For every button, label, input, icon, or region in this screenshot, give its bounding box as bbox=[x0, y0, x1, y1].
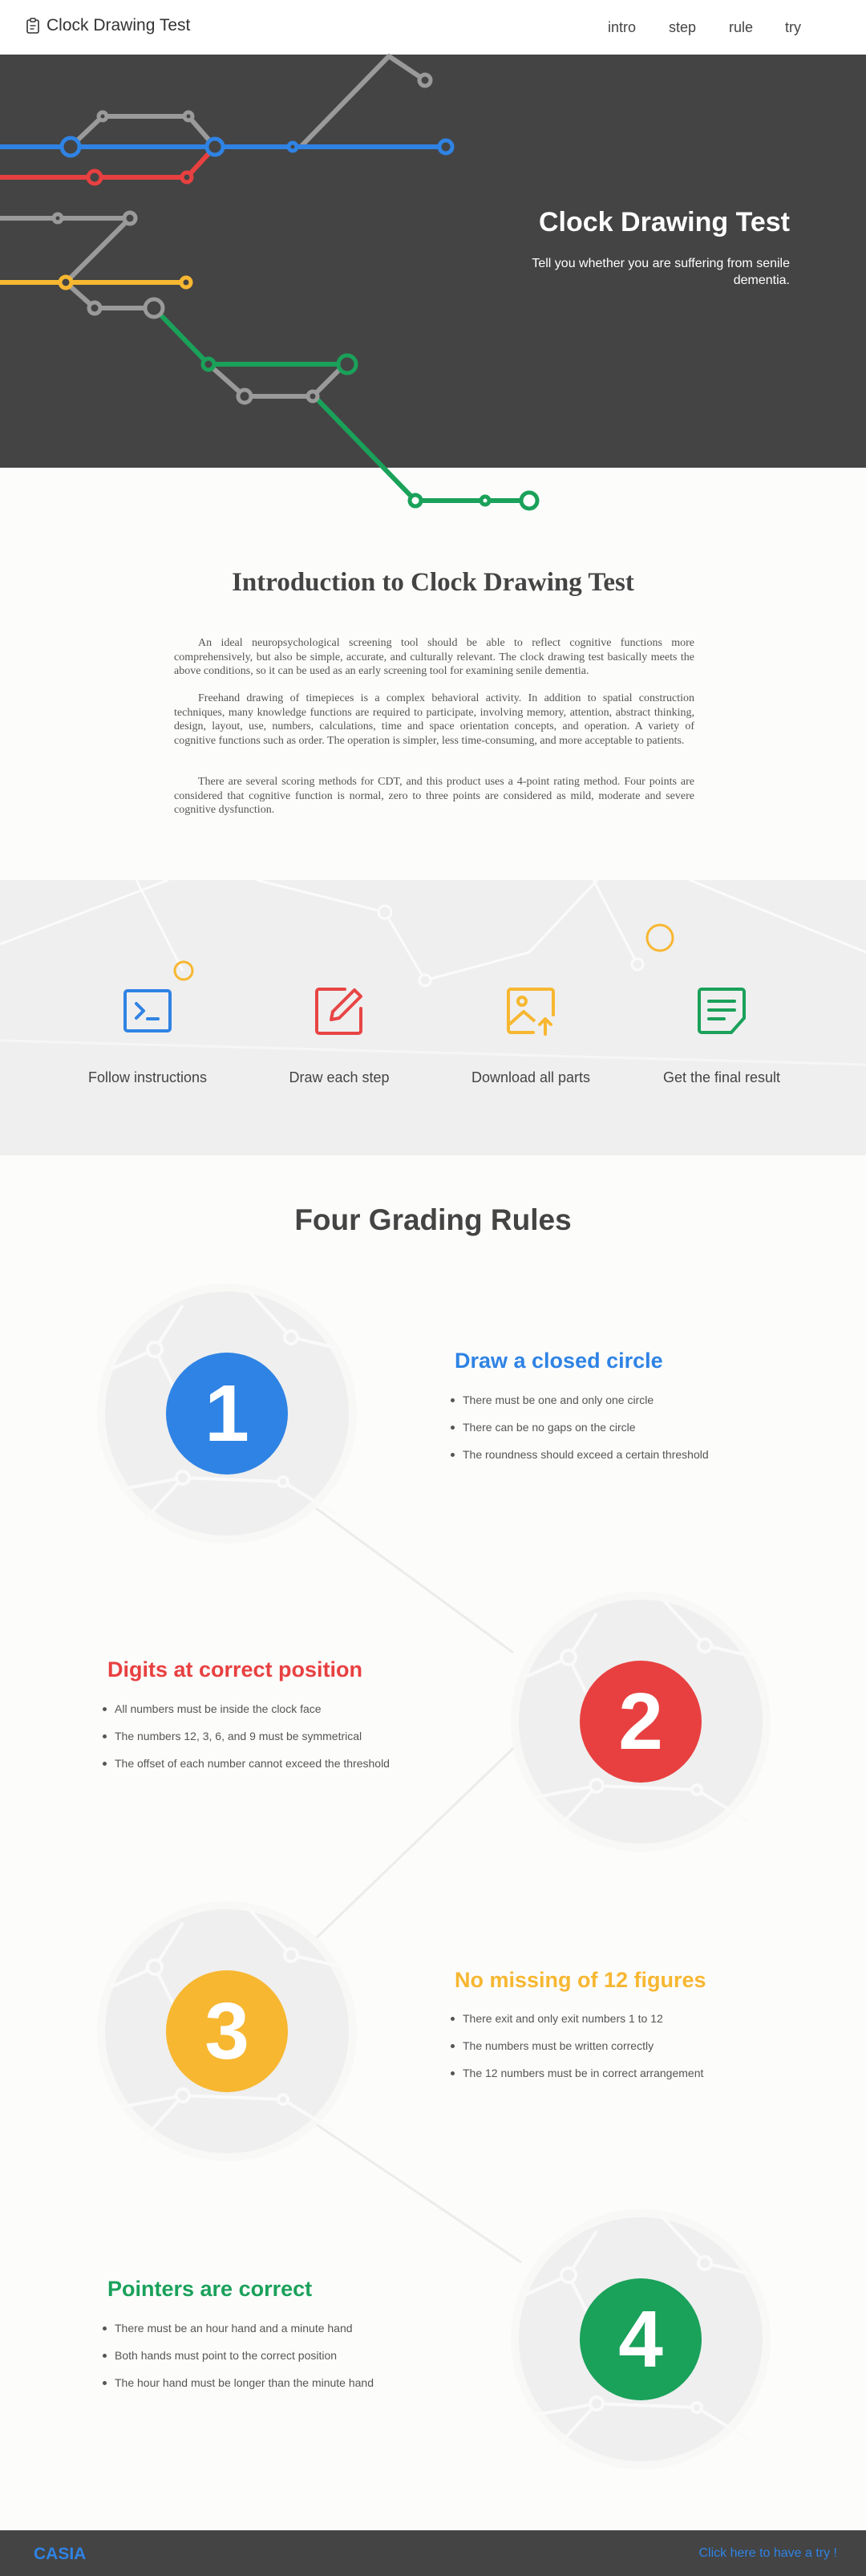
try-link[interactable]: Click here to have a try ! bbox=[698, 2546, 837, 2561]
rule-2-heading: Digits at correct position bbox=[107, 1657, 363, 1681]
steps-section: Follow instructions Draw each step Downl… bbox=[0, 880, 866, 1155]
rule-3-number: 3 bbox=[204, 1986, 249, 2076]
rule-2-number: 2 bbox=[618, 1677, 663, 1767]
step-label-download-all-parts: Download all parts bbox=[471, 1069, 591, 1085]
image-upload-icon bbox=[507, 988, 555, 1036]
rule-3-point: The 12 numbers must be in correct arrang… bbox=[451, 2067, 703, 2094]
rule-3-point: The numbers must be written correctly bbox=[451, 2039, 703, 2067]
intro-paragraph-1: An ideal neuropsychological screening to… bbox=[174, 637, 694, 677]
step-get-final-result: Get the final result bbox=[625, 984, 818, 1086]
step-follow-instructions: Follow instructions bbox=[51, 984, 244, 1086]
step-label-get-final-result: Get the final result bbox=[662, 1069, 781, 1085]
step-draw-each-step: Draw each step bbox=[243, 984, 435, 1086]
step-download-all-parts: Download all parts bbox=[435, 984, 627, 1086]
rule-2-point: All numbers must be inside the clock fac… bbox=[103, 1702, 390, 1730]
rule-4-points: There must be an hour hand and a minute … bbox=[103, 2322, 374, 2404]
rule-1-number: 1 bbox=[204, 1369, 249, 1458]
rule-3-point: There exit and only exit numbers 1 to 12 bbox=[451, 2012, 703, 2039]
rule-1-badge: 1 bbox=[95, 1281, 359, 1546]
rule-2-points: All numbers must be inside the clock fac… bbox=[103, 1702, 390, 1784]
network-lines-decoration bbox=[0, 54, 540, 511]
rule-1-point: There must be one and only one circle bbox=[451, 1393, 709, 1421]
rule-2-point: The numbers 12, 3, 6, and 9 must be symm… bbox=[103, 1730, 390, 1757]
rule-1-point: The roundness should exceed a certain th… bbox=[451, 1448, 709, 1475]
terminal-icon bbox=[123, 989, 172, 1032]
step-label-draw-each-step: Draw each step bbox=[289, 1069, 390, 1085]
rule-1-points: There must be one and only one circle Th… bbox=[451, 1393, 709, 1475]
rule-4-point: There must be an hour hand and a minute … bbox=[103, 2322, 374, 2349]
rule-4-heading: Pointers are correct bbox=[107, 2277, 313, 2301]
step-label-follow-instructions: Follow instructions bbox=[87, 1069, 208, 1085]
rule-4-point: Both hands must point to the correct pos… bbox=[103, 2349, 374, 2376]
intro-paragraph-2: Freehand drawing of timepieces is a comp… bbox=[174, 692, 694, 747]
intro-paragraph-3: There are several scoring methods for CD… bbox=[174, 776, 694, 816]
rule-3-points: There exit and only exit numbers 1 to 12… bbox=[451, 2012, 703, 2094]
rule-3-heading: No missing of 12 figures bbox=[455, 1968, 706, 1992]
footer: CASIA Click here to have a try ! bbox=[0, 2530, 866, 2576]
rule-2-point: The offset of each number cannot exceed … bbox=[103, 1757, 390, 1784]
rule-4-point: The hour hand must be longer than the mi… bbox=[103, 2376, 374, 2404]
rule-1-heading: Draw a closed circle bbox=[455, 1349, 663, 1373]
rules-title: Four Grading Rules bbox=[294, 1203, 572, 1236]
rule-4-number: 4 bbox=[618, 2294, 663, 2384]
document-icon bbox=[698, 988, 746, 1034]
rule-3-badge: 3 bbox=[95, 1899, 359, 2164]
edit-icon bbox=[315, 988, 362, 1035]
rule-2-badge: 2 bbox=[508, 1589, 773, 1854]
rule-4-badge: 4 bbox=[508, 2207, 773, 2472]
footer-brand: CASIA bbox=[34, 2545, 87, 2563]
intro-title: Introduction to Clock Drawing Test bbox=[232, 568, 634, 597]
rule-1-point: There can be no gaps on the circle bbox=[451, 1421, 709, 1448]
